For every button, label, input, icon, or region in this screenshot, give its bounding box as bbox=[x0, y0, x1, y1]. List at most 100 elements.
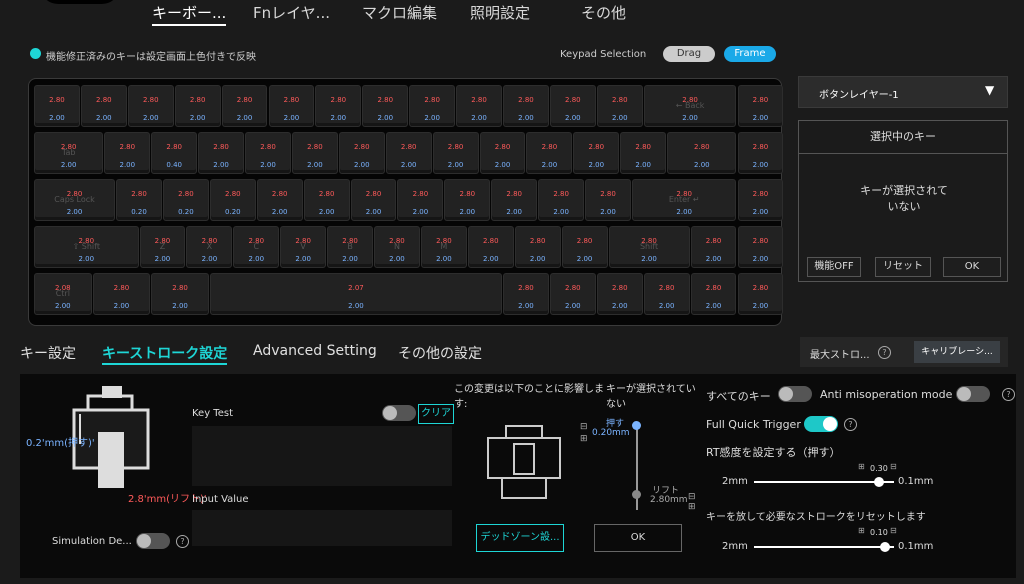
plus-icon[interactable]: ⊞ bbox=[688, 502, 696, 512]
key[interactable]: B 2.80 2.00 bbox=[327, 226, 374, 268]
key[interactable]: 2.80 2.00 bbox=[643, 273, 690, 315]
tab-macro[interactable]: マクロ編集 bbox=[362, 2, 437, 23]
minus-icon[interactable]: ⊟ bbox=[890, 526, 897, 535]
key[interactable]: 2.80 2.00 bbox=[491, 179, 538, 221]
key[interactable]: 2.80 2.00 bbox=[737, 132, 784, 174]
key[interactable]: 2.80 2.00 bbox=[479, 132, 526, 174]
drag-button[interactable]: Drag bbox=[663, 46, 715, 62]
key[interactable]: ⇧ Shift 2.80 2.00 bbox=[34, 226, 139, 268]
key[interactable]: 2.80 2.00 bbox=[397, 179, 444, 221]
key[interactable]: 2.80 2.00 bbox=[362, 85, 409, 127]
key[interactable]: Tab 2.80 2.00 bbox=[34, 132, 104, 174]
key[interactable]: 2.80 2.00 bbox=[245, 132, 291, 174]
subtab-advanced[interactable]: Advanced Setting bbox=[253, 343, 377, 359]
key[interactable]: 2.80 2.00 bbox=[737, 226, 784, 268]
key[interactable]: Enter ↵ 2.80 2.00 bbox=[631, 179, 737, 221]
key[interactable]: 2.80 2.00 bbox=[409, 85, 456, 127]
key[interactable]: 2.80 2.00 bbox=[737, 179, 784, 221]
key[interactable]: 2.80 2.00 bbox=[667, 132, 737, 174]
key[interactable]: 2.80 2.00 bbox=[104, 132, 151, 174]
help-icon[interactable]: ? bbox=[1002, 388, 1015, 401]
key[interactable]: 2.80 2.00 bbox=[549, 85, 596, 127]
help-icon[interactable]: ? bbox=[176, 535, 189, 548]
key[interactable]: ← Back 2.80 2.00 bbox=[643, 85, 737, 127]
key[interactable]: 2.80 2.00 bbox=[561, 226, 608, 268]
clear-button[interactable]: クリア bbox=[418, 404, 454, 424]
subtab-other[interactable]: その他の設定 bbox=[398, 343, 482, 363]
key[interactable]: M 2.80 2.00 bbox=[420, 226, 467, 268]
release-slider-track[interactable] bbox=[754, 546, 894, 548]
rt-slider-track[interactable] bbox=[754, 481, 894, 483]
key[interactable]: 2.80 2.00 bbox=[432, 132, 479, 174]
key[interactable]: Ctrl 2.08 2.00 bbox=[34, 273, 92, 315]
subtab-keystroke[interactable]: キーストローク設定 bbox=[102, 343, 228, 365]
key[interactable]: 2.80 2.00 bbox=[585, 179, 631, 221]
key[interactable]: 2.80 0.40 bbox=[151, 132, 198, 174]
key[interactable]: 2.80 2.00 bbox=[338, 132, 385, 174]
all-keys-toggle[interactable] bbox=[778, 386, 812, 402]
key[interactable]: 2.80 2.00 bbox=[596, 85, 643, 127]
tab-lighting[interactable]: 照明設定 bbox=[470, 2, 530, 23]
func-off-button[interactable]: 機能OFF bbox=[807, 257, 861, 277]
frame-button[interactable]: Frame bbox=[724, 46, 776, 62]
input-value-area[interactable] bbox=[192, 510, 452, 546]
tab-keyboard[interactable]: キーボー... bbox=[152, 2, 227, 26]
tab-fn-layer[interactable]: Fnレイヤ... bbox=[253, 2, 330, 23]
key[interactable]: 2.80 2.00 bbox=[456, 85, 502, 127]
key[interactable]: X 2.80 2.00 bbox=[186, 226, 233, 268]
minus-icon[interactable]: ⊟ bbox=[688, 492, 696, 502]
key[interactable]: 2.80 2.00 bbox=[268, 85, 315, 127]
rt-slider-knob[interactable] bbox=[874, 477, 884, 487]
key[interactable]: 2.80 2.00 bbox=[620, 132, 667, 174]
key[interactable]: 2.80 2.00 bbox=[503, 273, 549, 315]
key[interactable]: 2.80 2.00 bbox=[80, 85, 127, 127]
key[interactable]: 2.80 2.00 bbox=[573, 132, 620, 174]
key[interactable]: 2.80 2.00 bbox=[315, 85, 362, 127]
anti-misoperation-toggle[interactable] bbox=[956, 386, 990, 402]
key-test-toggle[interactable] bbox=[382, 405, 416, 421]
key[interactable]: 2.80 2.00 bbox=[92, 273, 151, 315]
minus-icon[interactable]: ⊟ bbox=[890, 462, 897, 471]
plus-icon[interactable]: ⊞ bbox=[858, 462, 865, 471]
key[interactable]: 2.80 2.00 bbox=[444, 179, 491, 221]
key[interactable]: 2.80 2.00 bbox=[596, 273, 643, 315]
deadzone-button[interactable]: デッドゾーン設... bbox=[476, 524, 564, 552]
full-quick-trigger-toggle[interactable] bbox=[804, 416, 838, 432]
key[interactable]: 2.80 2.00 bbox=[690, 226, 737, 268]
ok-button[interactable]: OK bbox=[943, 257, 1001, 277]
release-slider-knob[interactable] bbox=[880, 542, 890, 552]
calibration-button[interactable]: キャリブレーシ... bbox=[914, 341, 1000, 363]
key[interactable]: 2.80 2.00 bbox=[303, 179, 350, 221]
key[interactable]: 2.80 0.20 bbox=[162, 179, 209, 221]
key[interactable]: 2.80 2.00 bbox=[256, 179, 303, 221]
key[interactable]: 2.80 0.20 bbox=[116, 179, 162, 221]
key[interactable]: Shift 2.80 2.00 bbox=[608, 226, 690, 268]
key[interactable]: 2.80 2.00 bbox=[151, 273, 209, 315]
simulation-toggle[interactable] bbox=[136, 533, 170, 549]
ok-button-2[interactable]: OK bbox=[594, 524, 682, 552]
key[interactable]: N 2.80 2.00 bbox=[374, 226, 420, 268]
key[interactable]: 2.80 2.00 bbox=[538, 179, 585, 221]
key[interactable]: 2.80 2.00 bbox=[385, 132, 432, 174]
key[interactable]: 2.80 2.00 bbox=[221, 85, 268, 127]
help-icon[interactable]: ? bbox=[878, 346, 891, 359]
minus-icon[interactable]: ⊟ bbox=[580, 422, 588, 432]
key[interactable]: 2.80 2.00 bbox=[198, 132, 245, 174]
lift-slider-knob[interactable] bbox=[632, 490, 641, 499]
press-slider-knob[interactable] bbox=[632, 421, 641, 430]
tab-other[interactable]: その他 bbox=[581, 2, 626, 23]
subtab-key-setting[interactable]: キー設定 bbox=[20, 343, 76, 363]
layer-select[interactable]: ボタンレイヤー-1 ▼ bbox=[798, 76, 1008, 108]
key[interactable]: 2.80 2.00 bbox=[127, 85, 174, 127]
help-icon[interactable]: ? bbox=[844, 418, 857, 431]
key[interactable]: 2.80 2.00 bbox=[514, 226, 561, 268]
key[interactable]: 2.80 0.20 bbox=[209, 179, 256, 221]
key[interactable]: 2.80 2.00 bbox=[737, 85, 784, 127]
key[interactable]: C 2.80 2.00 bbox=[233, 226, 280, 268]
key[interactable]: 2.80 2.00 bbox=[467, 226, 514, 268]
reset-button[interactable]: リセット bbox=[875, 257, 931, 277]
key-test-area[interactable] bbox=[192, 426, 452, 486]
key[interactable]: 2.80 2.00 bbox=[549, 273, 596, 315]
plus-icon[interactable]: ⊞ bbox=[858, 526, 865, 535]
key[interactable]: Caps Lock 2.80 2.00 bbox=[34, 179, 116, 221]
